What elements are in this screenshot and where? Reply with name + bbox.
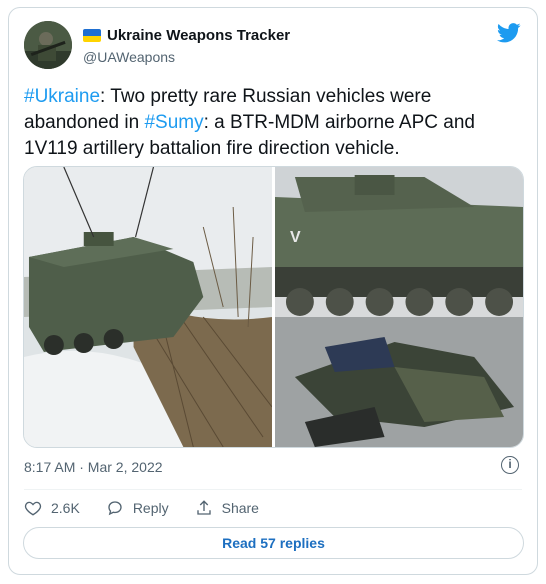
read-replies-button[interactable]: Read 57 replies [23, 527, 524, 559]
hashtag-ukraine[interactable]: #Ukraine [24, 86, 100, 107]
reply-label: Reply [132, 500, 169, 516]
photo-1v119-vehicle[interactable]: V [275, 167, 523, 447]
share-icon [196, 500, 211, 515]
ukraine-flag-icon [83, 29, 101, 42]
author-name-row[interactable]: Ukraine Weapons Tracker [83, 27, 290, 44]
avatar[interactable] [24, 21, 72, 69]
author-name[interactable]: Ukraine Weapons Tracker [107, 27, 290, 44]
info-icon[interactable]: i [501, 456, 519, 474]
tweet-text: #Ukraine: Two pretty rare Russian vehicl… [24, 84, 524, 162]
divider [24, 489, 522, 490]
hashtag-sumy[interactable]: #Sumy [144, 112, 203, 133]
author-handle[interactable]: @UAWeapons [83, 49, 175, 65]
like-count: 2.6K [51, 500, 80, 516]
share-button[interactable]: Share [195, 499, 259, 517]
tweet-media: V [23, 166, 524, 448]
heart-icon [24, 501, 42, 516]
twitter-bird-icon[interactable] [497, 23, 521, 43]
action-bar: 2.6K Reply Share [24, 499, 285, 517]
reply-icon [108, 501, 122, 516]
tweet-timestamp[interactable]: 8:17 AM · Mar 2, 2022 [24, 459, 163, 475]
share-label: Share [221, 500, 259, 516]
reply-button[interactable]: Reply [106, 499, 169, 517]
photo-btr-mdm-snow[interactable] [24, 167, 272, 447]
like-button[interactable]: 2.6K [24, 499, 80, 517]
tweet-card: Ukraine Weapons Tracker @UAWeapons #Ukra… [8, 7, 538, 575]
svg-text:V: V [290, 229, 301, 246]
